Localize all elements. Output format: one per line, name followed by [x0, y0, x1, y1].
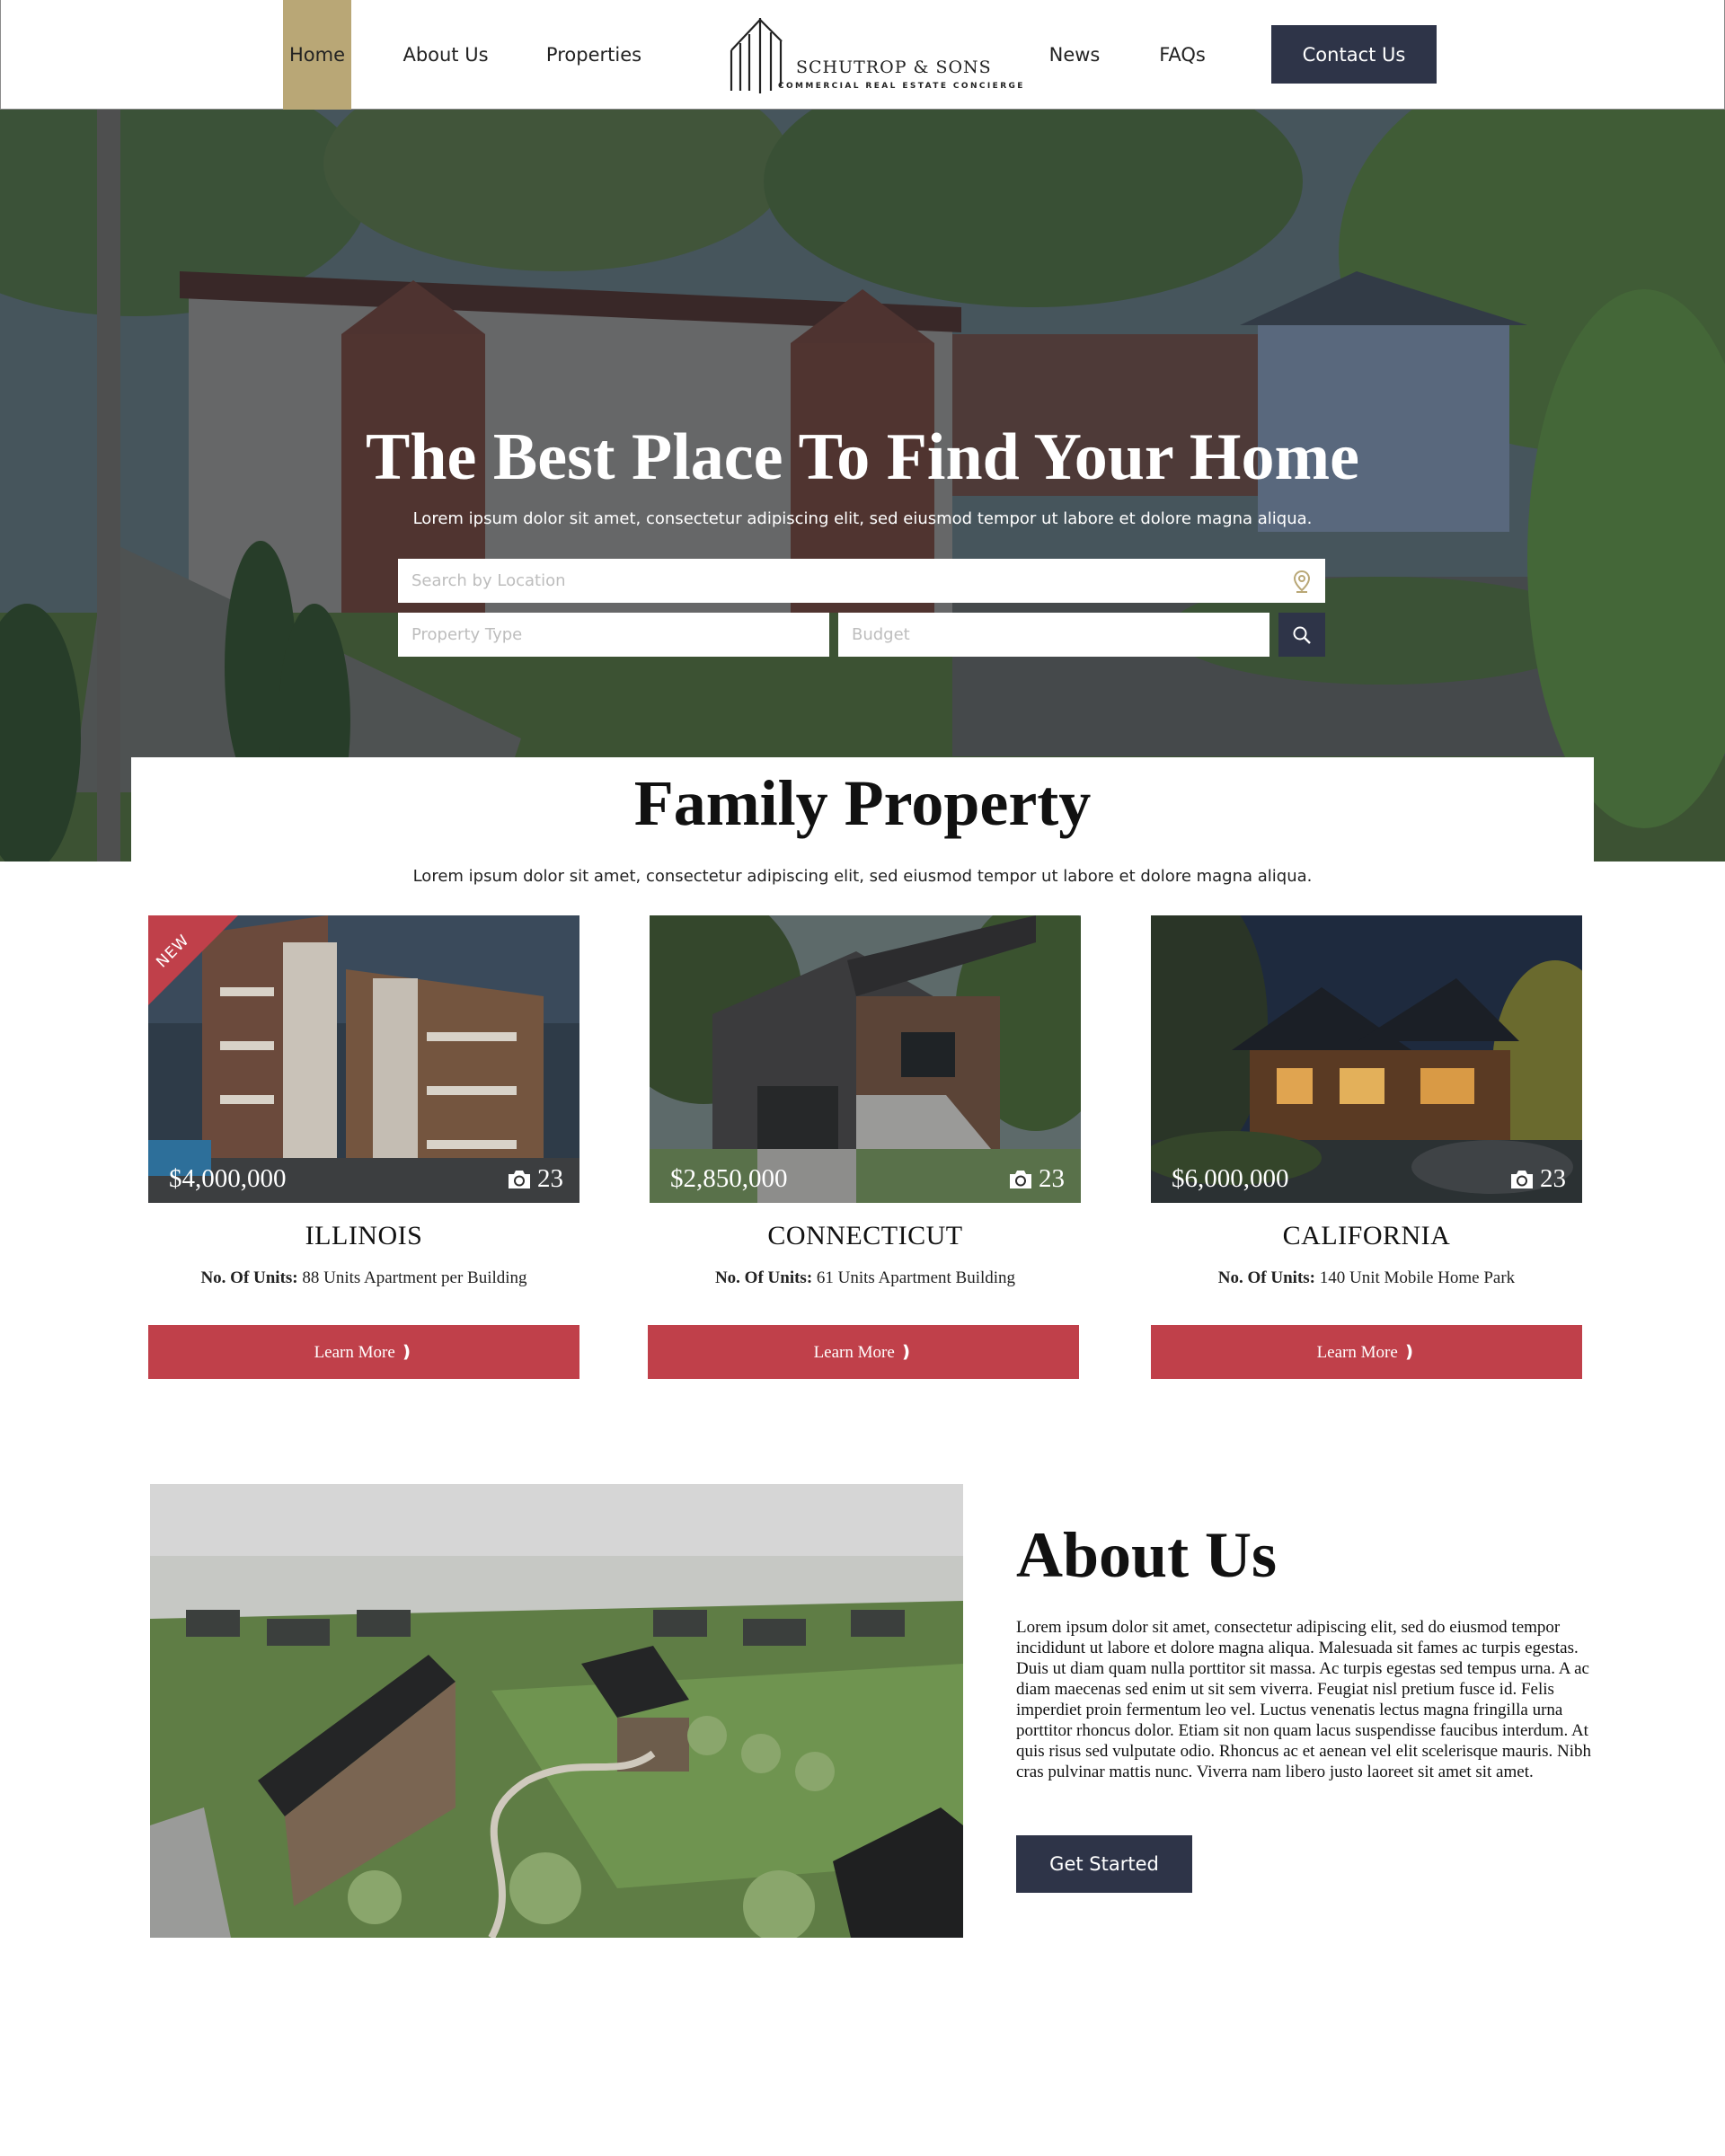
nav-faqs-link[interactable]: FAQs: [1151, 0, 1214, 110]
family-section-subtitle: Lorem ipsum dolor sit amet, consectetur …: [412, 867, 1313, 886]
logo-name: SCHUTROP & SONS: [796, 57, 992, 77]
nav-news-link[interactable]: News: [1036, 0, 1113, 110]
property-state: CALIFORNIA: [1282, 1221, 1451, 1250]
units-label: No. Of Units:: [200, 1268, 298, 1287]
location-placeholder: Search by Location: [411, 571, 566, 590]
photo-count-value: 23: [1540, 1164, 1566, 1193]
camera-icon: [509, 1170, 530, 1188]
neighborhood-aerial-image: [150, 1484, 963, 1938]
learn-more-button[interactable]: Learn More ❫: [1151, 1325, 1582, 1379]
top-navbar: Home About Us Properties SCHUTROP & SONS…: [0, 0, 1725, 110]
map-pin-icon: [1293, 570, 1311, 593]
photo-count[interactable]: 23: [1008, 1164, 1065, 1194]
photo-count[interactable]: 23: [507, 1164, 563, 1194]
about-text: Lorem ipsum dolor sit amet, consectetur …: [1016, 1618, 1592, 1781]
units-label: No. Of Units:: [1217, 1268, 1315, 1287]
property-card-connecticut: $2,850,000 23 CONNECTICUT No. Of Units: …: [648, 915, 1081, 1379]
learn-more-button[interactable]: Learn More ❫: [148, 1325, 579, 1379]
property-units: No. Of Units: 88 Units Apartment per Bui…: [148, 1268, 579, 1288]
units-value: 88 Units Apartment per Building: [302, 1268, 527, 1287]
new-badge: NEW: [148, 915, 238, 1005]
camera-icon: [1511, 1170, 1533, 1188]
about-title: About Us: [1016, 1519, 1278, 1591]
hero-banner: The Best Place To Find Your Home Lorem i…: [0, 110, 1725, 862]
property-state: ILLINOIS: [305, 1221, 423, 1250]
property-state: CONNECTICUT: [767, 1221, 963, 1250]
property-units: No. Of Units: 140 Unit Mobile Home Park: [1151, 1268, 1582, 1288]
property-image[interactable]: $2,850,000 23: [650, 915, 1081, 1203]
property-price: $6,000,000: [1172, 1164, 1289, 1193]
property-card-illinois: NEW $4,000,000 23 ILLINOIS No. Of Units:…: [148, 915, 579, 1379]
photo-count[interactable]: 23: [1509, 1164, 1566, 1194]
photo-count-value: 23: [537, 1164, 563, 1193]
budget-select[interactable]: Budget: [838, 613, 1269, 657]
learn-more-button[interactable]: Learn More ❫: [648, 1325, 1079, 1379]
units-label: No. Of Units:: [714, 1268, 813, 1287]
budget-placeholder: Budget: [852, 625, 910, 644]
location-search-input[interactable]: Search by Location: [398, 559, 1325, 603]
nav-properties-link[interactable]: Properties: [538, 0, 650, 110]
logo-tagline: COMMERCIAL REAL ESTATE CONCIERGE: [778, 82, 1025, 91]
property-price: $4,000,000: [169, 1164, 287, 1193]
property-image[interactable]: $6,000,000 23: [1151, 915, 1582, 1203]
property-type-select[interactable]: Property Type: [398, 613, 829, 657]
get-started-button[interactable]: Get Started: [1016, 1835, 1192, 1893]
photo-count-value: 23: [1039, 1164, 1065, 1193]
property-price: $2,850,000: [670, 1164, 788, 1193]
search-icon: [1293, 626, 1311, 644]
company-logo[interactable]: SCHUTROP & SONS COMMERCIAL REAL ESTATE C…: [724, 14, 1022, 97]
property-image[interactable]: NEW $4,000,000 23: [148, 915, 579, 1203]
nav-about-link[interactable]: About Us: [396, 0, 495, 110]
search-button[interactable]: [1278, 613, 1325, 657]
units-value: 61 Units Apartment Building: [816, 1268, 1016, 1287]
nav-home-link[interactable]: Home: [283, 0, 351, 110]
units-value: 140 Unit Mobile Home Park: [1319, 1268, 1516, 1287]
modern-house-image: [650, 915, 1081, 1203]
about-image: [150, 1484, 963, 1938]
camera-icon: [1010, 1170, 1031, 1188]
cabin-house-image: [1151, 915, 1582, 1203]
family-section-title: Family Property: [633, 767, 1092, 839]
property-units: No. Of Units: 61 Units Apartment Buildin…: [650, 1268, 1081, 1288]
contact-us-button[interactable]: Contact Us: [1271, 25, 1437, 84]
property-card-california: $6,000,000 23 CALIFORNIA No. Of Units: 1…: [1151, 915, 1582, 1379]
hero-title: The Best Place To Find Your Home: [366, 420, 1359, 494]
hero-subtitle: Lorem ipsum dolor sit amet, consectetur …: [412, 509, 1313, 528]
property-type-placeholder: Property Type: [411, 625, 523, 644]
